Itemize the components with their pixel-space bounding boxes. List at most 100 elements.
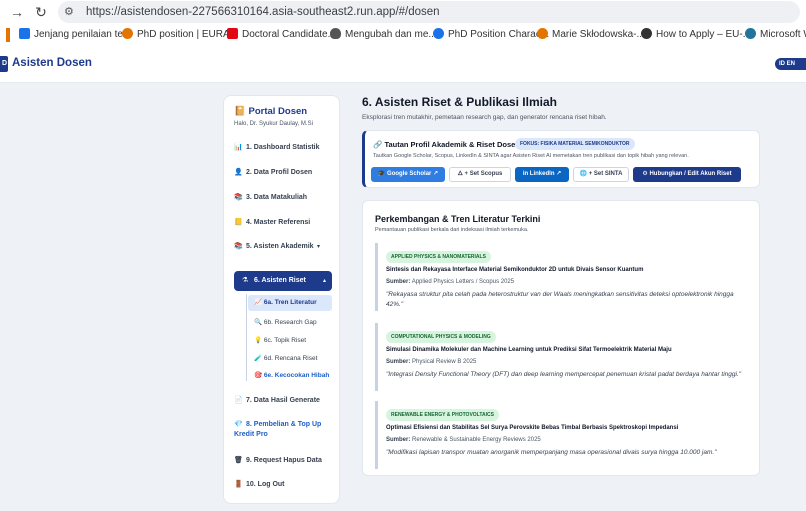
site-settings-icon[interactable]: ⚙ — [64, 5, 74, 19]
category-tag: APPLIED PHYSICS & NANOMATERIALS — [386, 251, 491, 263]
bookmarks-bar: Jenjang penilaian te... PhD position | E… — [0, 24, 806, 46]
sidebar-item-matakuliah[interactable]: 📚 3. Data Matakuliah — [234, 193, 332, 203]
linkedin-button[interactable]: in LinkedIn ↗ — [515, 167, 569, 182]
bookmark-label: PhD position | EURA... — [137, 29, 238, 40]
sidebar-item-label: 1. Dashboard Statistik — [246, 144, 320, 151]
sidebar-item-label: 7. Data Hasil Generate — [246, 397, 320, 404]
literature-entry: APPLIED PHYSICS & NANOMATERIALS Sintesis… — [375, 243, 747, 311]
sidebar-item-akademik[interactable]: 📚 5. Asisten Akademik ▾ — [234, 242, 326, 252]
sidebar-item-kredit[interactable]: 💎 8. Pembelian & Top Up Kredit Pro — [234, 420, 332, 440]
category-tag: COMPUTATIONAL PHYSICS & MODELING — [386, 331, 496, 343]
trend-card-title: Perkembangan & Tren Literatur Terkini — [375, 214, 541, 224]
reload-icon[interactable]: ↻ — [32, 3, 50, 21]
portal-icon: 📔 — [234, 106, 246, 117]
sidebar-subitem-label: 6c. Topik Riset — [263, 337, 307, 344]
trend-card-subtitle: Pemantauan publikasi berkala dari indeks… — [375, 227, 529, 233]
sidebar-item-logout[interactable]: 🚪 10. Log Out — [234, 480, 332, 490]
sidebar-item-label: 9. Request Hapus Data — [246, 457, 322, 464]
entry-source: Sumber: Applied Physics Letters / Scopus… — [386, 279, 514, 285]
door-icon: 🚪 — [234, 481, 243, 488]
google-scholar-button[interactable]: 🎓 Google Scholar ↗ — [371, 167, 445, 182]
sidebar-item-label: 6. Asisten Riset — [254, 277, 306, 284]
sidebar-subitem-label: 6e. Kecocokan Hibah — [263, 372, 330, 379]
entry-quote: "Modifikasi lapisan transpor muatan anor… — [386, 449, 717, 456]
document-icon — [19, 28, 30, 39]
sidebar-subitem-tren[interactable]: 📈 6a. Tren Literatur — [248, 295, 332, 311]
sidebar-item-generate[interactable]: 📄 7. Data Hasil Generate — [234, 396, 332, 406]
eye-icon — [433, 28, 444, 39]
source-label: Sumber: — [386, 279, 411, 285]
flask-icon: ⚗ — [242, 277, 249, 284]
set-sinta-button[interactable]: 🌐 + Set SINTA — [573, 167, 629, 182]
lightbulb-icon: 💡 — [254, 337, 263, 344]
sidebar-item-dashboard[interactable]: 📊 1. Dashboard Statistik — [234, 143, 332, 153]
people-icon — [537, 28, 548, 39]
bookmark-item[interactable]: Doctoral Candidate... — [227, 27, 336, 43]
sidebar-item-profil[interactable]: 👤 2. Data Profil Dosen — [234, 168, 332, 178]
sidebar-title: 📔 Portal Dosen — [234, 106, 307, 117]
bookmark-label: How to Apply – EU-... — [656, 29, 752, 40]
entry-source: Sumber: Physical Review B 2025 — [386, 359, 476, 365]
app-brand[interactable]: Asisten Dosen — [12, 57, 92, 69]
entry-source: Sumber: Renewable & Sustainable Energy R… — [386, 437, 541, 443]
source-value: Physical Review B 2025 — [412, 359, 477, 365]
sidebar-subitem-label: 6a. Tren Literatur — [263, 299, 317, 306]
abb-logo-icon — [227, 28, 238, 39]
chart-icon: 📊 — [234, 144, 243, 151]
document-icon: 📄 — [234, 397, 243, 404]
bookmark-item[interactable]: PhD position | EURA... — [122, 27, 238, 43]
bookmark-edge-icon — [6, 28, 10, 42]
profile-card-description: Tautkan Google Scholar, Scopus, LinkedIn… — [373, 153, 689, 159]
language-toggle[interactable]: ID EN — [775, 58, 806, 70]
diamond-icon: 💎 — [234, 421, 243, 428]
url-text[interactable]: https://asistendosen-227566310164.asia-s… — [86, 5, 440, 19]
bookmark-label: Marie Skłodowska-... — [552, 29, 645, 40]
bookmark-item[interactable]: How to Apply – EU-... — [641, 27, 751, 43]
bookmark-label: Doctoral Candidate... — [242, 29, 336, 40]
target-icon: 🎯 — [254, 372, 263, 379]
apple-icon — [330, 28, 341, 39]
bookmark-item[interactable]: Jenjang penilaian te... — [19, 27, 131, 43]
app-header: D Asisten Dosen ID EN — [0, 46, 806, 83]
bookmark-label: PhD Position Charac... — [448, 29, 550, 40]
sidebar-item-label: 3. Data Matakuliah — [246, 194, 308, 201]
test-tube-icon: 🧪 — [254, 355, 263, 362]
forward-arrow-icon[interactable]: → — [8, 3, 26, 21]
user-icon: 👤 — [234, 169, 243, 176]
profile-card-title: 🔗 Tautan Profil Akademik & Riset Dosen: — [373, 140, 522, 149]
books-icon: 📚 — [234, 194, 243, 201]
category-tag: RENEWABLE ENERGY & PHOTOVOLTAICS — [386, 409, 499, 421]
browser-toolbar: → ↻ ⚙ https://asistendosen-227566310164.… — [0, 0, 806, 24]
sidebar-subitem-rencana[interactable]: 🧪 6d. Rencana Riset — [248, 351, 332, 367]
entry-title: Sintesis dan Rekayasa Interface Material… — [386, 267, 644, 273]
source-value: Renewable & Sustainable Energy Reviews 2… — [412, 437, 541, 443]
source-label: Sumber: — [386, 437, 411, 443]
sidebar-subitem-hibah[interactable]: 🎯 6e. Kecocokan Hibah — [248, 368, 332, 384]
chevron-up-icon: ▴ — [322, 278, 326, 284]
wordpress-icon — [745, 28, 756, 39]
sidebar-item-hapus[interactable]: 🗑 9. Request Hapus Data — [234, 456, 332, 466]
sidebar-subitem-label: 6b. Research Gap — [263, 319, 317, 326]
bookmark-item[interactable]: Microsoft Wo — [745, 27, 806, 43]
sidebar-subitem-topik[interactable]: 💡 6c. Topik Riset — [248, 333, 332, 349]
address-bar[interactable]: ⚙ https://asistendosen-227566310164.asia… — [58, 1, 800, 23]
entry-quote: "Rekayasa struktur pita celah pada heter… — [386, 291, 734, 308]
bookmark-item[interactable]: Marie Skłodowska-... — [537, 27, 645, 43]
bookmark-item[interactable]: PhD Position Charac... — [433, 27, 549, 43]
literature-trend-card: Perkembangan & Tren Literatur Terkini Pe… — [362, 200, 760, 476]
sidebar-item-label: 8. Pembelian & Top Up Kredit Pro — [234, 421, 322, 438]
trash-icon: 🗑 — [234, 457, 243, 464]
trend-chart-icon: 📈 — [254, 299, 263, 306]
bookmark-item[interactable]: Mengubah dan me... — [330, 27, 437, 43]
sidebar-item-referensi[interactable]: 📒 4. Master Referensi — [234, 218, 332, 228]
connect-account-button[interactable]: ⚙ Hubungkan / Edit Akun Riset — [633, 167, 741, 182]
entry-quote: "Integrasi Density Functional Theory (DF… — [386, 371, 742, 378]
set-scopus-button[interactable]: 🜂 + Set Scopus — [449, 167, 511, 182]
sidebar-subitem-gap[interactable]: 🔍 6b. Research Gap — [248, 315, 332, 331]
sidebar-item-label: 4. Master Referensi — [246, 219, 311, 226]
sidebar-item-label: 10. Log Out — [246, 481, 285, 488]
sidebar-item-riset[interactable]: ⚗ 6. Asisten Riset ▴ — [234, 271, 332, 291]
app-logo[interactable]: D — [0, 56, 8, 72]
sidebar-title-text: Portal Dosen — [248, 106, 308, 117]
research-profile-card: 🔗 Tautan Profil Akademik & Riset Dosen: … — [362, 130, 760, 188]
